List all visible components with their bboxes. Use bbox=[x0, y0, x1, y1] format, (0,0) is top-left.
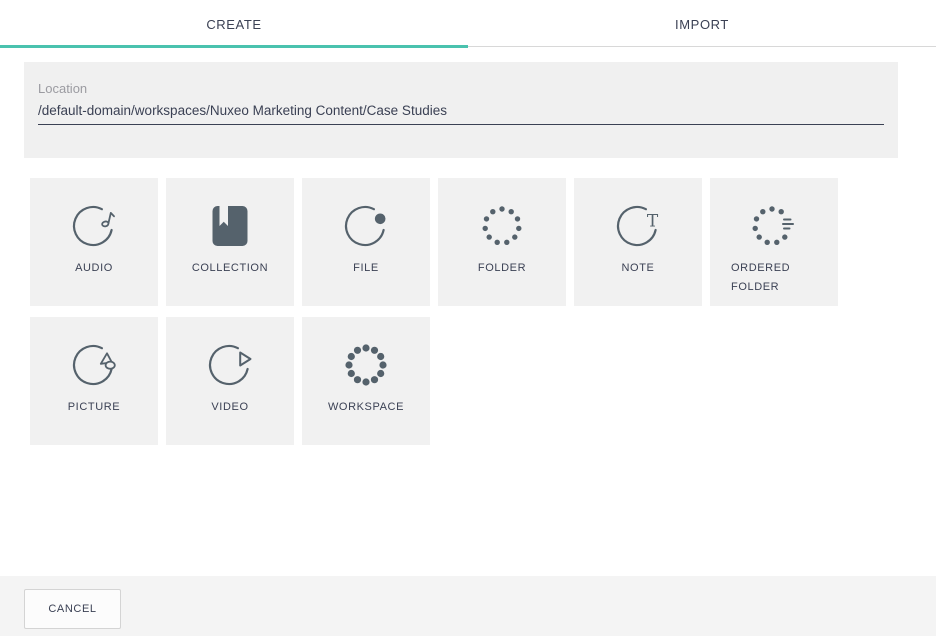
tab-create[interactable]: CREATE bbox=[0, 0, 468, 48]
picture-circle-mountain-icon bbox=[70, 341, 118, 389]
tile-label: PICTURE bbox=[68, 398, 120, 417]
create-tile-picture[interactable]: PICTURE bbox=[30, 317, 158, 445]
dialog-tab-bar: CREATE IMPORT bbox=[0, 0, 936, 48]
note-circle-t-icon: T bbox=[614, 202, 662, 250]
tile-label: ORDERED FOLDER bbox=[731, 259, 805, 297]
location-section: Location /default-domain/workspaces/Nuxe… bbox=[24, 62, 898, 158]
create-tile-audio[interactable]: AUDIO bbox=[30, 178, 158, 306]
tile-label: WORKSPACE bbox=[328, 398, 404, 417]
svg-text:T: T bbox=[647, 212, 659, 232]
cancel-button[interactable]: CANCEL bbox=[24, 589, 121, 629]
audio-note-circle-icon bbox=[70, 202, 118, 250]
tab-import[interactable]: IMPORT bbox=[468, 0, 936, 48]
create-tile-file[interactable]: FILE bbox=[302, 178, 430, 306]
workspace-dotted-circle-icon bbox=[342, 341, 390, 389]
tab-import-label: IMPORT bbox=[675, 17, 729, 32]
create-tile-workspace[interactable]: WORKSPACE bbox=[302, 317, 430, 445]
location-input[interactable]: /default-domain/workspaces/Nuxeo Marketi… bbox=[38, 102, 884, 125]
create-tile-folder[interactable]: FOLDER bbox=[438, 178, 566, 306]
location-label: Location bbox=[38, 81, 884, 97]
tile-label: NOTE bbox=[622, 259, 655, 278]
ordered-folder-dotted-list-icon bbox=[750, 202, 798, 250]
create-tile-ordered-folder[interactable]: ORDERED FOLDER bbox=[710, 178, 838, 306]
create-tile-video[interactable]: VIDEO bbox=[166, 317, 294, 445]
create-tile-collection[interactable]: COLLECTION bbox=[166, 178, 294, 306]
collection-book-bookmark-icon bbox=[206, 202, 254, 250]
tile-label: COLLECTION bbox=[192, 259, 268, 278]
tab-create-label: CREATE bbox=[206, 17, 261, 32]
tile-label: FOLDER bbox=[478, 259, 526, 278]
file-circle-dot-icon bbox=[342, 202, 390, 250]
tile-label: AUDIO bbox=[75, 259, 113, 278]
folder-dotted-circle-icon bbox=[478, 202, 526, 250]
video-circle-play-icon bbox=[206, 341, 254, 389]
tile-label: FILE bbox=[353, 259, 379, 278]
tile-label: VIDEO bbox=[211, 398, 248, 417]
document-type-grid: AUDIO COLLECTION FILE FOLDER T NOTE ORDE… bbox=[30, 178, 838, 445]
create-tile-note[interactable]: T NOTE bbox=[574, 178, 702, 306]
footer-bar: CANCEL bbox=[0, 576, 936, 636]
